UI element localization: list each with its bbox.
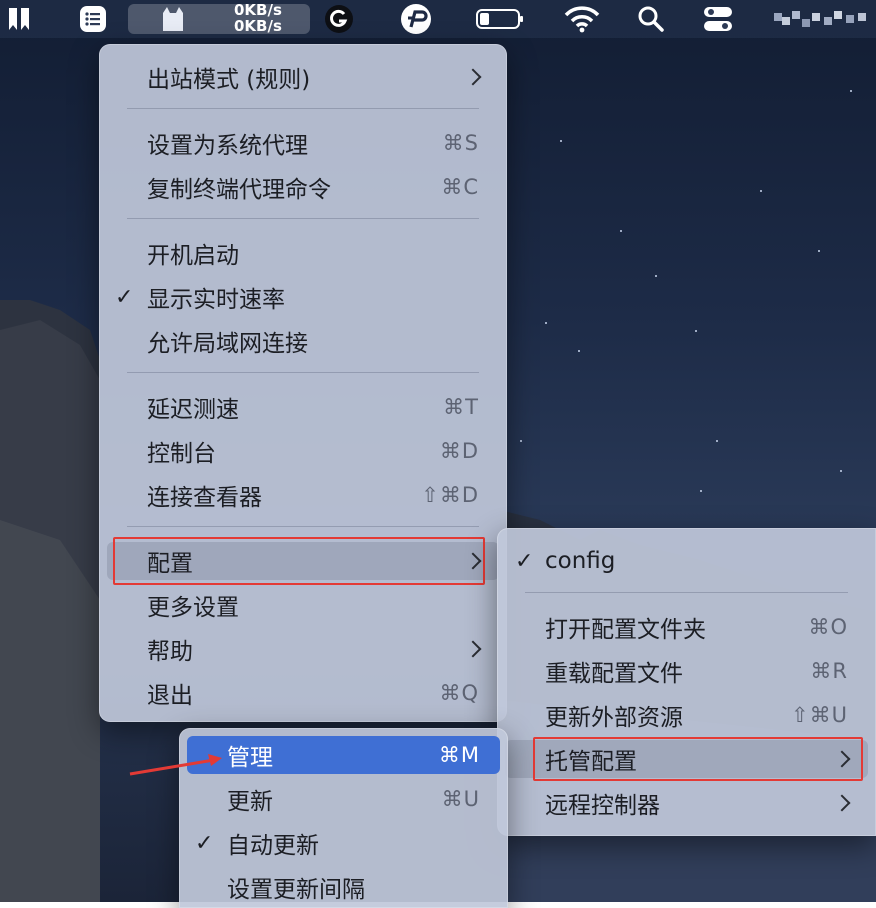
chevron-right-icon <box>833 794 851 812</box>
battery-icon[interactable] <box>474 4 526 34</box>
menu-separator <box>127 108 479 109</box>
clash-main-menu: 出站模式 (规则) 设置为系统代理 ⌘S 复制终端代理命令 ⌘C 开机启动 ✓ … <box>99 44 507 722</box>
menu-separator <box>127 372 479 373</box>
menu-item-config-profile[interactable]: ✓ config <box>505 542 868 580</box>
upload-speed: 0KB/s <box>234 1 282 19</box>
shortcut-label: ⌘O <box>808 615 848 639</box>
wifi-icon[interactable] <box>562 4 602 34</box>
menu-item-label: 远程控制器 <box>545 793 660 819</box>
menu-item-more-settings[interactable]: 更多设置 <box>107 586 499 624</box>
menu-item-update-external-resources[interactable]: 更新外部资源 ⇧⌘U <box>505 696 868 734</box>
menu-item-connection-viewer[interactable]: 连接查看器 ⇧⌘D <box>107 476 499 514</box>
shortcut-label: ⌘U <box>441 787 480 811</box>
menu-item-label: 重载配置文件 <box>545 661 683 687</box>
shortcut-label: ⇧⌘D <box>421 483 479 507</box>
shortcut-label: ⌘Q <box>439 681 479 705</box>
menu-item-auto-update[interactable]: ✓ 自动更新 <box>187 824 500 862</box>
menu-item-label: 允许局域网连接 <box>147 331 308 357</box>
menu-separator <box>127 218 479 219</box>
bookmark-app-icon[interactable] <box>2 4 36 34</box>
logitech-g-icon[interactable] <box>322 4 356 34</box>
shortcut-label: ⌘T <box>443 395 479 419</box>
menu-item-dashboard[interactable]: 控制台 ⌘D <box>107 432 499 470</box>
checkmark-icon: ✓ <box>195 830 214 856</box>
menu-bar: 0KB/s 0KB/s <box>0 0 876 38</box>
menu-item-label: config <box>545 548 616 574</box>
paw-app-icon[interactable] <box>398 4 434 34</box>
menu-item-label: 设置更新间隔 <box>227 877 365 903</box>
cat-icon <box>163 7 183 31</box>
shortcut-label: ⌘M <box>438 743 480 767</box>
menu-item-open-config-folder[interactable]: 打开配置文件夹 ⌘O <box>505 608 868 646</box>
chevron-right-icon <box>464 68 482 86</box>
menu-item-label: 设置为系统代理 <box>147 133 308 159</box>
shortcut-label: ⌘R <box>810 659 848 683</box>
download-speed: 0KB/s <box>234 17 282 35</box>
menu-item-manage[interactable]: 管理 ⌘M <box>187 736 500 774</box>
clock-redacted <box>770 4 874 34</box>
menu-item-label: 显示实时速率 <box>147 287 285 313</box>
menu-item-label: 连接查看器 <box>147 485 262 511</box>
shortcut-label: ⌘D <box>439 439 479 463</box>
config-submenu: ✓ config 打开配置文件夹 ⌘O 重载配置文件 ⌘R 更新外部资源 ⇧⌘U… <box>497 528 876 836</box>
menu-item-label: 复制终端代理命令 <box>147 177 331 203</box>
annotation-box-managed-config <box>533 737 863 781</box>
menu-item-help[interactable]: 帮助 <box>107 630 499 668</box>
menu-item-label: 打开配置文件夹 <box>545 617 706 643</box>
annotation-arrow-icon <box>129 754 222 776</box>
menu-item-label: 帮助 <box>147 639 193 665</box>
menu-item-label: 开机启动 <box>147 243 239 269</box>
menu-item-label: 更新 <box>227 789 273 815</box>
menu-item-reload-config[interactable]: 重载配置文件 ⌘R <box>505 652 868 690</box>
menu-item-set-system-proxy[interactable]: 设置为系统代理 ⌘S <box>107 124 499 162</box>
menu-item-label: 出站模式 (规则) <box>147 67 311 93</box>
menu-separator <box>525 592 848 593</box>
clash-status-item[interactable]: 0KB/s 0KB/s <box>128 1 310 35</box>
menu-item-set-update-interval[interactable]: 设置更新间隔 <box>187 868 500 906</box>
menu-item-label: 更新外部资源 <box>545 705 683 731</box>
menu-item-quit[interactable]: 退出 ⌘Q <box>107 674 499 712</box>
menu-item-launch-at-login[interactable]: 开机启动 <box>107 234 499 272</box>
menu-item-label: 管理 <box>227 745 273 771</box>
annotation-box-config <box>113 537 485 585</box>
menu-separator <box>127 526 479 527</box>
menu-item-label: 延迟测速 <box>147 397 239 423</box>
list-app-icon[interactable] <box>74 4 112 34</box>
shortcut-label: ⌘S <box>442 131 479 155</box>
menu-item-outbound-mode[interactable]: 出站模式 (规则) <box>107 58 499 96</box>
managed-config-submenu: 管理 ⌘M 更新 ⌘U ✓ 自动更新 设置更新间隔 <box>179 728 508 908</box>
menu-item-update[interactable]: 更新 ⌘U <box>187 780 500 818</box>
chevron-right-icon <box>464 640 482 658</box>
shortcut-label: ⌘C <box>441 175 479 199</box>
menu-item-show-speed[interactable]: ✓ 显示实时速率 <box>107 278 499 316</box>
search-icon[interactable] <box>634 4 668 34</box>
menu-item-label: 控制台 <box>147 441 216 467</box>
menu-item-label: 自动更新 <box>227 833 319 859</box>
menu-item-remote-controller[interactable]: 远程控制器 <box>505 784 868 822</box>
menu-item-latency-test[interactable]: 延迟测速 ⌘T <box>107 388 499 426</box>
shortcut-label: ⇧⌘U <box>791 703 848 727</box>
checkmark-icon: ✓ <box>115 284 134 310</box>
checkmark-icon: ✓ <box>515 548 534 574</box>
menu-item-copy-terminal-proxy[interactable]: 复制终端代理命令 ⌘C <box>107 168 499 206</box>
menu-item-label: 退出 <box>147 683 193 709</box>
menu-item-label: 更多设置 <box>147 595 239 621</box>
menu-item-allow-lan[interactable]: 允许局域网连接 <box>107 322 499 360</box>
control-center-icon[interactable] <box>700 4 736 34</box>
